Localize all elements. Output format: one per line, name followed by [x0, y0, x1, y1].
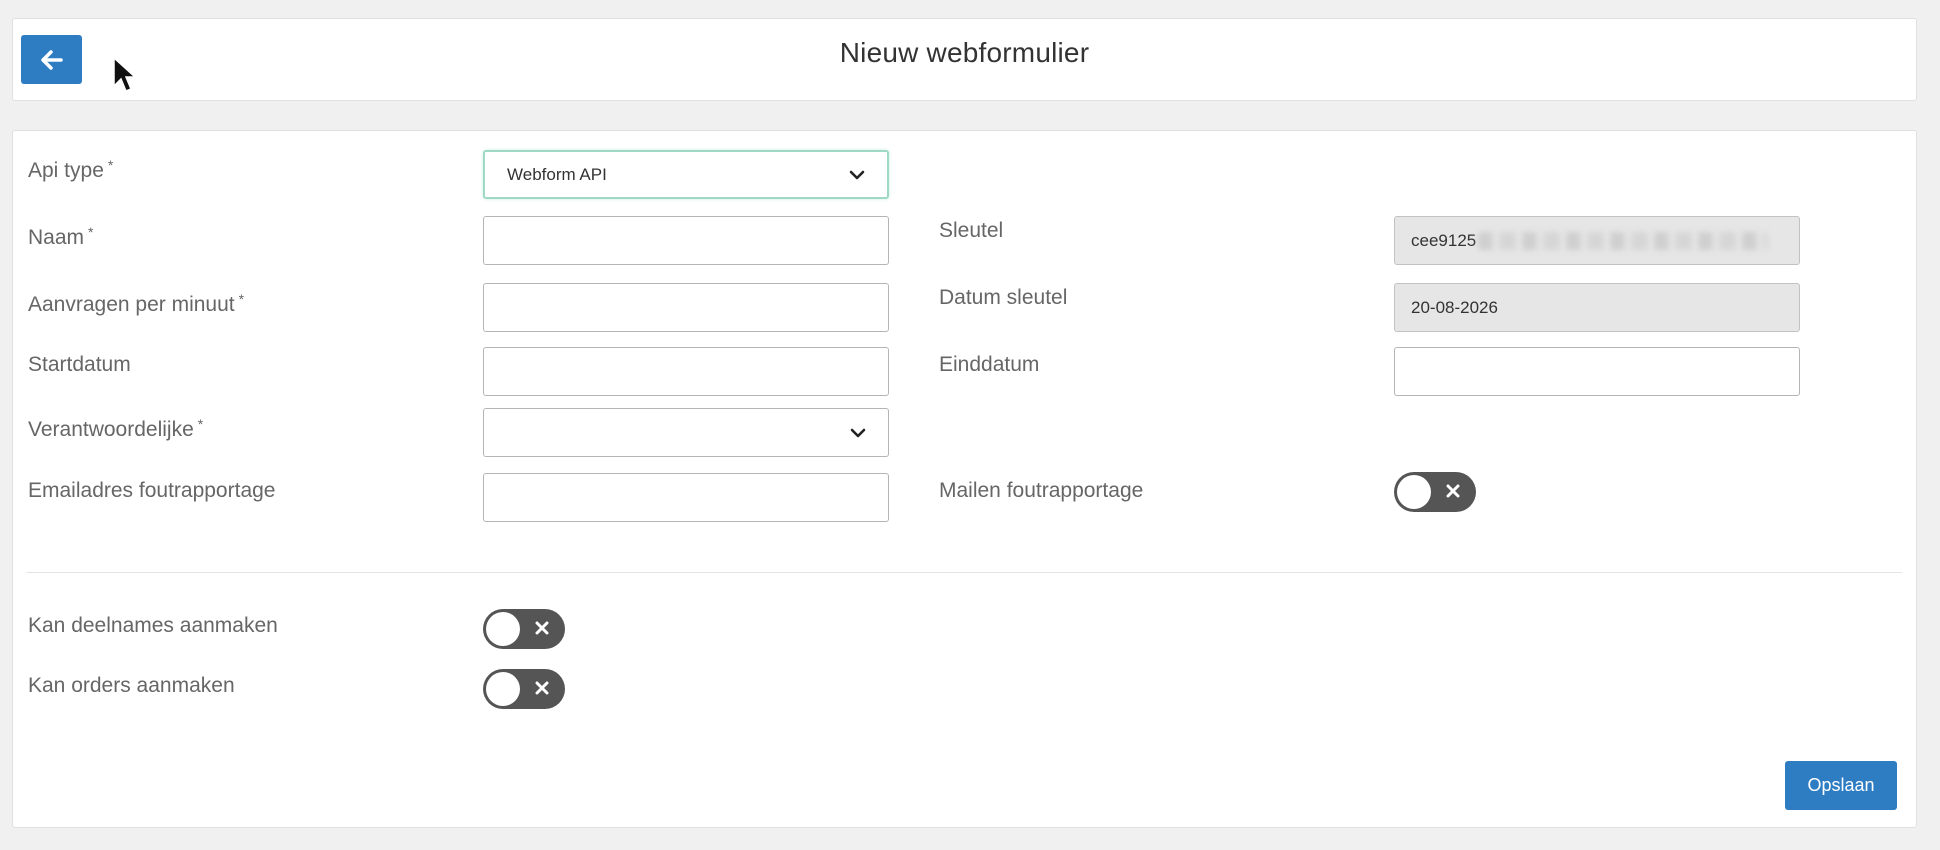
naam-input[interactable]	[483, 216, 889, 265]
deelnames-label: Kan deelnames aanmaken	[28, 614, 278, 637]
api-type-label: Api type *	[28, 157, 114, 182]
toggle-knob	[486, 612, 520, 646]
sleutel-field: cee9125	[1394, 216, 1800, 265]
emailadres-label: Emailadres foutrapportage	[28, 479, 276, 502]
startdatum-input[interactable]	[483, 347, 889, 396]
emailadres-input[interactable]	[483, 473, 889, 522]
form-card: Api type * Naam * Aanvragen per minuut * St…	[12, 130, 1917, 828]
section-divider	[27, 572, 1902, 573]
aanvragen-input[interactable]	[483, 283, 889, 332]
header-bar: Nieuw webformulier	[12, 18, 1917, 101]
mouse-cursor-icon	[113, 56, 137, 92]
aanvragen-label: Aanvragen per minuut *	[28, 291, 245, 316]
verantwoordelijke-select[interactable]	[483, 408, 889, 457]
api-type-value: Webform API	[507, 164, 607, 184]
deelnames-toggle[interactable]	[483, 609, 565, 649]
close-icon	[1446, 484, 1460, 498]
close-icon	[535, 621, 549, 635]
save-button[interactable]: Opslaan	[1785, 761, 1897, 810]
sleutel-redacted	[1478, 231, 1769, 250]
orders-toggle[interactable]	[483, 669, 565, 709]
chevron-down-icon	[849, 170, 865, 179]
sleutel-value: cee9125	[1411, 230, 1477, 250]
verantwoordelijke-label: Verantwoordelijke *	[28, 416, 204, 441]
datum-sleutel-label: Datum sleutel	[939, 286, 1068, 309]
mailen-toggle[interactable]	[1394, 472, 1476, 512]
einddatum-input[interactable]	[1394, 347, 1800, 396]
startdatum-label: Startdatum	[28, 353, 131, 376]
api-type-select[interactable]: Webform API	[483, 150, 889, 199]
mailen-label: Mailen foutrapportage	[939, 479, 1144, 502]
datum-sleutel-field: 20-08-2026	[1394, 283, 1800, 332]
toggle-knob	[486, 672, 520, 706]
chevron-down-icon	[850, 428, 866, 437]
sleutel-label: Sleutel	[939, 219, 1004, 242]
page-title: Nieuw webformulier	[839, 37, 1090, 68]
close-icon	[535, 681, 549, 695]
datum-sleutel-value: 20-08-2026	[1411, 297, 1498, 317]
toggle-knob	[1397, 475, 1431, 509]
orders-label: Kan orders aanmaken	[28, 674, 235, 697]
naam-label: Naam *	[28, 224, 94, 249]
einddatum-label: Einddatum	[939, 353, 1040, 376]
